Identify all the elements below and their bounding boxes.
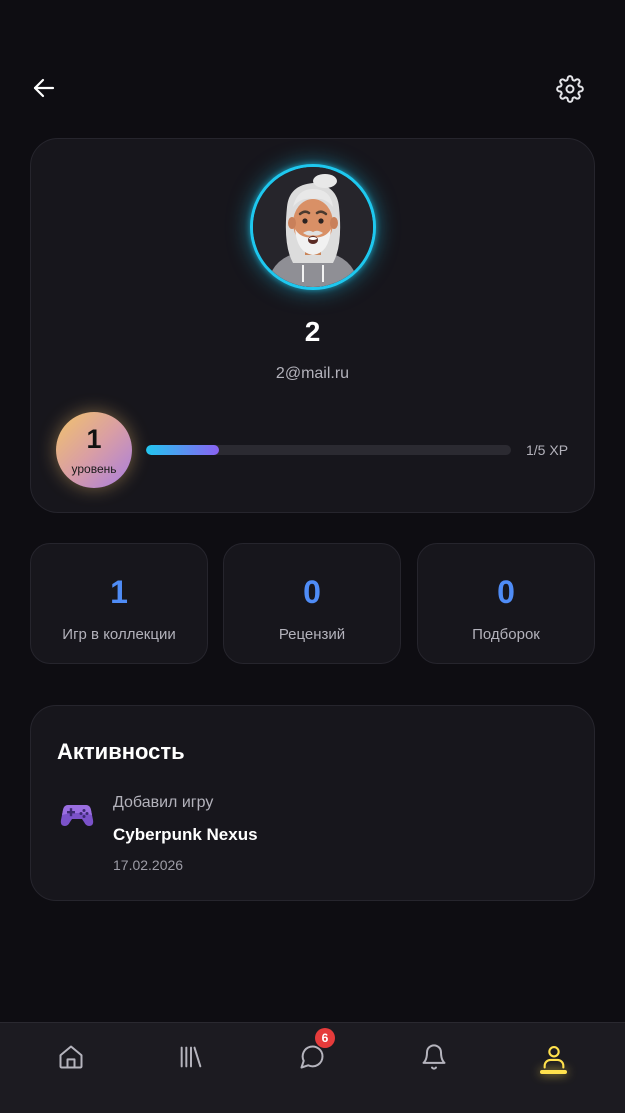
library-icon <box>180 1046 202 1068</box>
bottom-nav: 6 <box>0 1022 625 1113</box>
settings-button[interactable] <box>551 70 589 108</box>
activity-card: Активность Добавил игру Cyberpunk Nexus … <box>30 705 595 901</box>
gamepad-icon <box>60 805 94 826</box>
activity-date: 17.02.2026 <box>113 857 184 873</box>
stat-label: Подборок <box>472 626 540 643</box>
arrow-left-icon <box>33 78 55 98</box>
stat-label: Игр в коллекции <box>62 626 176 643</box>
avatar-illustration <box>253 167 373 287</box>
stat-card-collections[interactable]: 0 Подборок <box>417 543 595 664</box>
activity-action: Добавил игру <box>113 794 214 811</box>
nav-library[interactable] <box>169 1035 213 1079</box>
xp-progress-fill <box>146 445 219 455</box>
activity-title: Активность <box>57 739 185 764</box>
stat-label: Рецензий <box>278 626 346 643</box>
back-button[interactable] <box>26 70 62 106</box>
bell-icon <box>422 1044 446 1070</box>
profile-card: 2 2@mail.ru 1 уровень 1/5 XP <box>30 138 595 513</box>
user-email: 2@mail.ru <box>275 365 350 382</box>
stat-value: 0 <box>303 574 321 610</box>
xp-text: 1/5 XP <box>526 442 569 458</box>
user-name: 2 <box>304 316 321 347</box>
stat-card-reviews[interactable]: 0 Рецензий <box>223 543 401 664</box>
profile-screen: 2 2@mail.ru 1 уровень 1/5 XP 1 Игр в кол… <box>0 0 625 1113</box>
top-bar <box>0 0 625 140</box>
nav-notifications[interactable] <box>412 1035 456 1079</box>
level-badge: 1 уровень <box>56 412 132 488</box>
home-icon <box>59 1045 83 1069</box>
level-number: 1 <box>86 424 102 454</box>
nav-home[interactable] <box>49 1035 93 1079</box>
chat-badge: 6 <box>315 1028 335 1048</box>
activity-game-title[interactable]: Cyberpunk Nexus <box>113 825 258 845</box>
avatar[interactable] <box>250 164 376 290</box>
stat-value: 1 <box>110 574 128 610</box>
gear-icon <box>556 75 584 103</box>
nav-active-indicator <box>540 1070 567 1074</box>
level-label: уровень <box>71 462 117 476</box>
stat-card-games[interactable]: 1 Игр в коллекции <box>30 543 208 664</box>
stat-value: 0 <box>497 574 515 610</box>
profile-icon <box>543 1046 565 1069</box>
xp-progress-bar <box>146 445 511 455</box>
